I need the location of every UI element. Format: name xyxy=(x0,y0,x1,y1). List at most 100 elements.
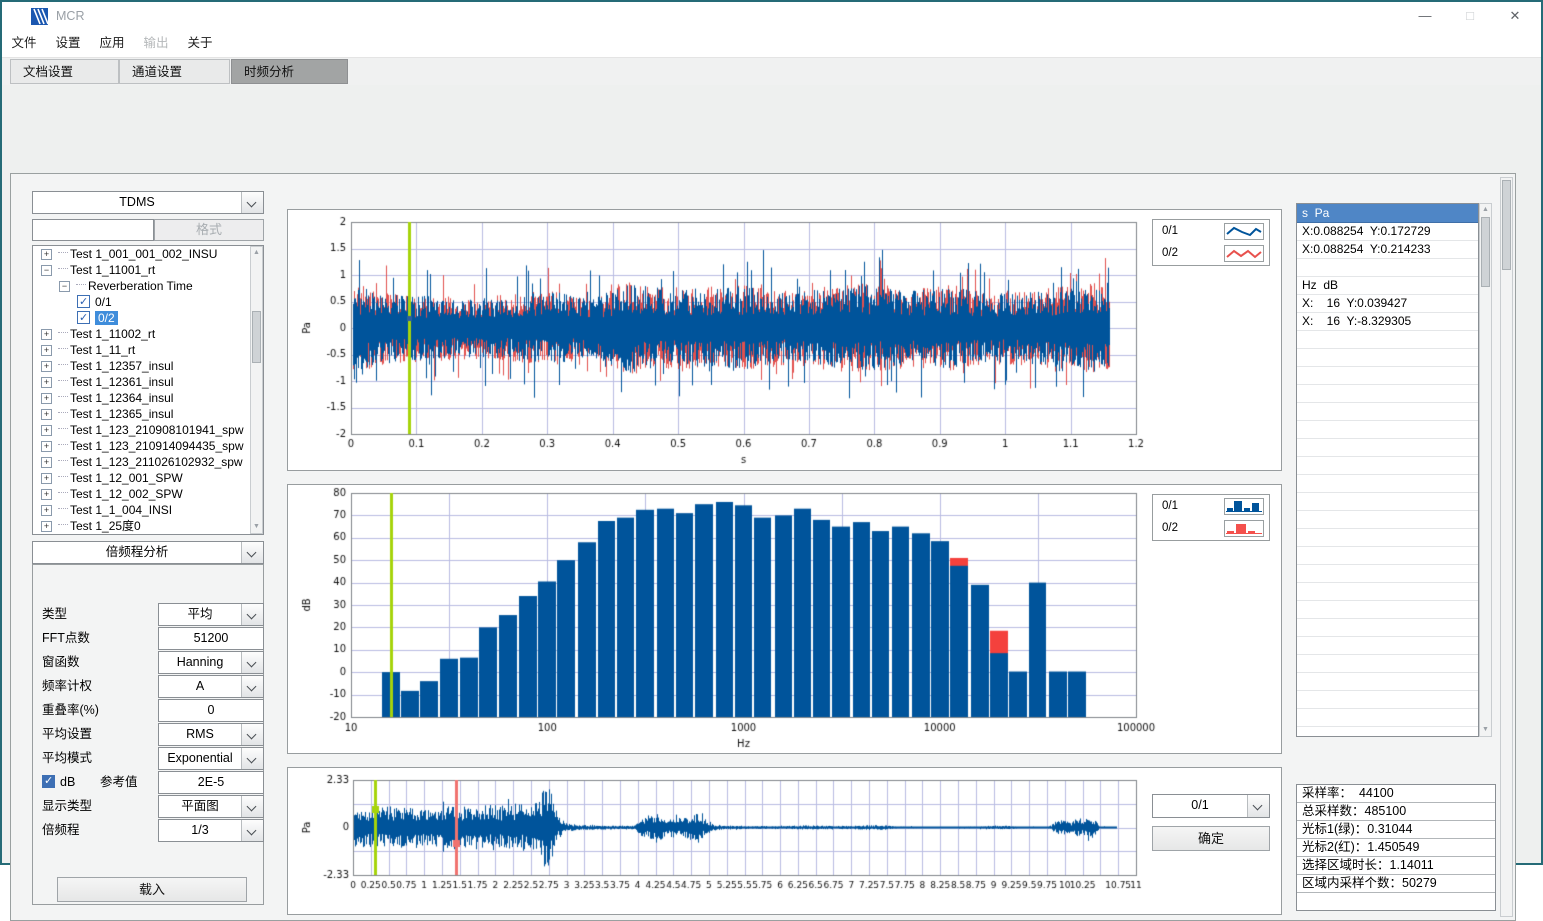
cursor-list-scrollbar[interactable]: ▲ ▼ xyxy=(1479,203,1492,737)
field-select-5[interactable]: RMS xyxy=(158,723,264,746)
expand-icon[interactable]: + xyxy=(41,377,52,388)
expand-icon[interactable]: + xyxy=(41,249,52,260)
field-input-4[interactable]: 0 xyxy=(158,699,264,722)
tree-scrollbar[interactable]: ▲ ▼ xyxy=(250,246,263,534)
expand-icon[interactable]: + xyxy=(41,361,52,372)
chevron-down-icon[interactable] xyxy=(241,796,263,817)
chevron-down-icon[interactable] xyxy=(241,676,263,697)
expand-icon[interactable]: + xyxy=(41,505,52,516)
expand-icon[interactable]: + xyxy=(41,329,52,340)
cursor-list-scroll-thumb[interactable] xyxy=(1481,217,1490,287)
format-button[interactable]: 格式 xyxy=(154,219,264,241)
tree-scroll-thumb[interactable] xyxy=(252,311,261,363)
tree-item[interactable]: +Test 1_12364_insul xyxy=(33,390,263,406)
chevron-down-icon[interactable] xyxy=(241,192,263,213)
tree-item[interactable]: +Test 1_1_004_INSI xyxy=(33,502,263,518)
expand-icon[interactable]: + xyxy=(41,393,52,404)
tree-item-label: Test 1_11_rt xyxy=(70,343,135,357)
expand-icon[interactable]: + xyxy=(41,441,52,452)
channel-checkbox[interactable] xyxy=(77,295,90,308)
legend-line-icon-0/1 xyxy=(1224,223,1264,240)
chevron-down-icon[interactable] xyxy=(241,724,263,745)
legend-row-0/2[interactable]: 0/2 xyxy=(1153,242,1269,264)
chevron-down-icon[interactable] xyxy=(241,604,263,625)
tree-item[interactable]: +Test 1_11002_rt xyxy=(33,326,263,342)
tree-item[interactable]: +Test 1_001_001_002_INSU xyxy=(33,246,263,262)
menu-item-4[interactable]: 关于 xyxy=(178,30,222,56)
collapse-icon[interactable]: − xyxy=(41,265,52,276)
chevron-down-icon[interactable] xyxy=(1247,795,1269,817)
expand-icon[interactable]: + xyxy=(41,489,52,500)
legend-row-0/1[interactable]: 0/1 xyxy=(1153,495,1269,517)
main-scrollbar[interactable] xyxy=(1500,177,1513,917)
menu-item-3[interactable]: 输出 xyxy=(134,30,178,56)
filter-input[interactable] xyxy=(32,219,154,241)
chevron-down-icon[interactable] xyxy=(241,748,263,769)
tree-item[interactable]: +Test 1_123_210908101941_spw xyxy=(33,422,263,438)
field-select-2[interactable]: Hanning xyxy=(158,651,264,674)
expand-icon[interactable]: + xyxy=(41,345,52,356)
cursor-list-empty-row xyxy=(1297,511,1478,529)
tree-item[interactable]: +Test 1_12357_insul xyxy=(33,358,263,374)
chevron-down-icon[interactable] xyxy=(241,820,263,841)
field-select-9[interactable]: 1/3 xyxy=(158,819,264,842)
legend-row-0/2[interactable]: 0/2 xyxy=(1153,517,1269,539)
tree-item[interactable]: +Test 1_12365_insul xyxy=(33,406,263,422)
scroll-up-icon[interactable]: ▲ xyxy=(1480,204,1491,216)
db-checkbox[interactable] xyxy=(42,775,55,788)
menu-item-0[interactable]: 文件 xyxy=(2,30,46,56)
tab-1[interactable]: 通道设置 xyxy=(119,59,230,84)
field-select-value: A xyxy=(159,676,241,697)
tab-0[interactable]: 文档设置 xyxy=(10,59,119,84)
field-label-6: 平均模式 xyxy=(42,747,92,770)
close-button[interactable]: ✕ xyxy=(1493,2,1537,30)
minimize-button[interactable]: — xyxy=(1403,2,1447,30)
channel-checkbox[interactable] xyxy=(77,311,90,324)
field-select-3[interactable]: A xyxy=(158,675,264,698)
field-select-6[interactable]: Exponential xyxy=(158,747,264,770)
expand-icon[interactable]: + xyxy=(41,425,52,436)
tab-2[interactable]: 时频分析 xyxy=(231,59,348,84)
expand-icon[interactable]: + xyxy=(41,521,52,532)
tree-item[interactable]: 0/2 xyxy=(33,310,263,326)
confirm-button[interactable]: 确定 xyxy=(1152,826,1270,851)
tree-item[interactable]: +Test 1_12361_insul xyxy=(33,374,263,390)
time-waveform-chart[interactable] xyxy=(288,210,1281,470)
collapse-icon[interactable]: − xyxy=(59,281,70,292)
field-input-1[interactable]: 51200 xyxy=(158,627,264,650)
reference-input[interactable]: 2E-5 xyxy=(158,771,264,794)
tree-connector xyxy=(58,524,68,526)
scroll-up-icon[interactable]: ▲ xyxy=(251,247,262,259)
tree-item[interactable]: +Test 1_12_002_SPW xyxy=(33,486,263,502)
tree-item[interactable]: 0/1 xyxy=(33,294,263,310)
tree-item[interactable]: +Test 1_25度0 xyxy=(33,518,263,534)
channel-select[interactable]: 0/1 xyxy=(1152,794,1270,818)
chevron-down-icon[interactable] xyxy=(241,542,263,563)
expand-icon[interactable]: + xyxy=(41,473,52,484)
overview-waveform-chart[interactable] xyxy=(288,768,1281,914)
legend-row-0/1[interactable]: 0/1 xyxy=(1153,220,1269,242)
analysis-type-select[interactable]: 倍频程分析 xyxy=(32,541,264,564)
data-source-select[interactable]: TDMS xyxy=(32,191,264,214)
tree-item[interactable]: + Test 1_11_rt xyxy=(33,342,263,358)
cursor-list-empty-row xyxy=(1297,547,1478,565)
tree-item[interactable]: +Test 1_123_211026102932_spw xyxy=(33,454,263,470)
tree-item[interactable]: −Test 1_11001_rt xyxy=(33,262,263,278)
field-select-8[interactable]: 平面图 xyxy=(158,795,264,818)
menu-item-1[interactable]: 设置 xyxy=(46,30,90,56)
tree-item[interactable]: +Test 1_123_210914094435_spw xyxy=(33,438,263,454)
tree-item[interactable]: +Test 1_12_001_SPW xyxy=(33,470,263,486)
time-waveform-legend: 0/10/2 xyxy=(1152,219,1270,266)
scroll-down-icon[interactable]: ▼ xyxy=(251,521,262,533)
octave-spectrum-chart[interactable] xyxy=(288,485,1281,753)
tree-item[interactable]: −Reverberation Time xyxy=(33,278,263,294)
load-button[interactable]: 载入 xyxy=(57,877,247,902)
chevron-down-icon[interactable] xyxy=(241,652,263,673)
expand-icon[interactable]: + xyxy=(41,457,52,468)
field-select-0[interactable]: 平均 xyxy=(158,603,264,626)
menu-item-2[interactable]: 应用 xyxy=(90,30,134,56)
expand-icon[interactable]: + xyxy=(41,409,52,420)
main-scroll-thumb[interactable] xyxy=(1502,180,1511,270)
scroll-down-icon[interactable]: ▼ xyxy=(1480,724,1491,736)
maximize-button[interactable]: □ xyxy=(1448,2,1492,30)
